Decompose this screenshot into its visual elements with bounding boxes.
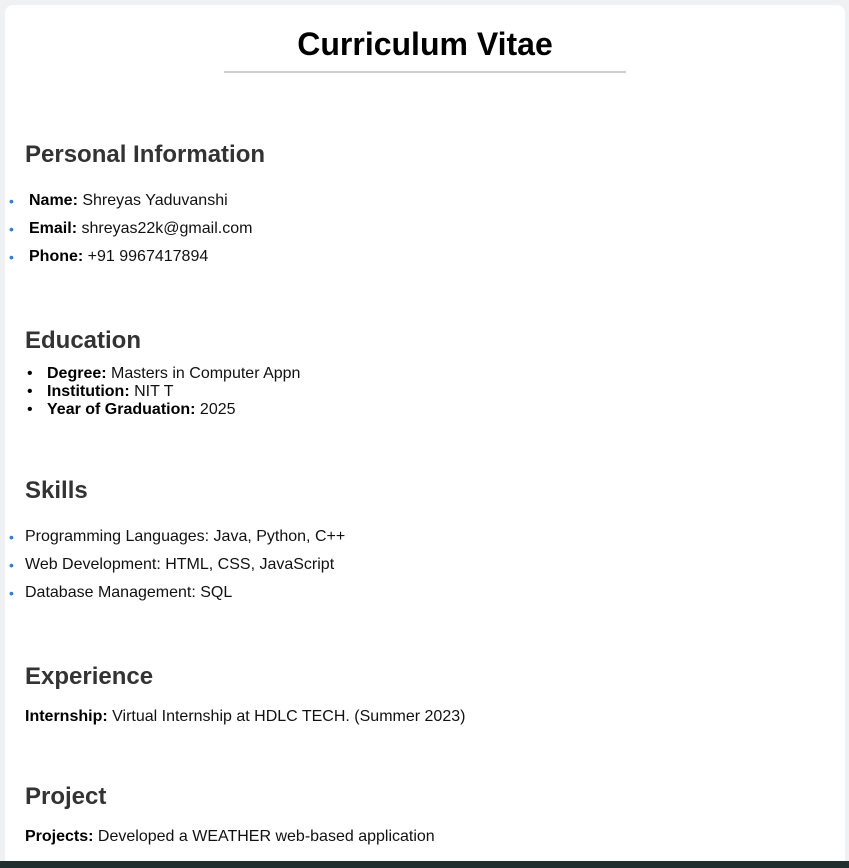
personal-info-heading: Personal Information: [25, 141, 266, 168]
bullet-icon: •: [27, 383, 33, 400]
project-label: Projects:: [25, 828, 94, 845]
title-divider: [224, 71, 626, 73]
skill-text: Database Management: SQL: [25, 584, 233, 601]
skill-text: Programming Languages: Java, Python, C++: [25, 528, 346, 545]
bullet-icon: •: [9, 529, 14, 545]
bullet-icon: •: [9, 221, 14, 237]
item-label: Name:: [29, 192, 78, 209]
experience-entry: Internship: Virtual Internship at HDLC T…: [25, 707, 465, 727]
bullet-icon: •: [27, 365, 33, 382]
experience-heading: Experience: [25, 663, 154, 690]
item-value: NIT T: [134, 383, 174, 400]
experience-label: Internship:: [25, 708, 108, 725]
bullet-icon: •: [9, 249, 14, 265]
item-value: Shreyas Yaduvanshi: [82, 192, 228, 209]
item-label: Phone:: [29, 248, 84, 265]
bottom-edge-strip: [0, 861, 849, 868]
project-heading: Project: [25, 783, 107, 810]
bullet-icon: •: [9, 193, 14, 209]
bullet-icon: •: [9, 585, 14, 601]
bullet-icon: •: [9, 557, 14, 573]
item-value: 2025: [199, 401, 236, 418]
education-heading: Education: [25, 327, 142, 354]
item-label: Email:: [29, 220, 78, 237]
project-value: Developed a WEATHER web-based applicatio…: [97, 828, 435, 845]
item-label: Year of Graduation:: [47, 401, 196, 418]
bullet-icon: •: [27, 401, 33, 418]
experience-value: Virtual Internship at HDLC TECH. (Summer…: [112, 708, 466, 725]
item-value: +91 9967417894: [87, 248, 209, 265]
skill-text: Web Development: HTML, CSS, JavaScript: [25, 556, 335, 573]
item-value: shreyas22k@gmail.com: [81, 220, 253, 237]
item-label: Institution:: [47, 383, 130, 400]
project-entry: Projects: Developed a WEATHER web-based …: [25, 827, 435, 847]
item-value: Masters in Computer Appn: [111, 365, 301, 382]
cv-card: Curriculum Vitae Personal Information • …: [5, 5, 845, 868]
skills-heading: Skills: [25, 477, 88, 504]
page-title: Curriculum Vitae: [297, 26, 553, 62]
item-label: Degree:: [47, 365, 107, 382]
